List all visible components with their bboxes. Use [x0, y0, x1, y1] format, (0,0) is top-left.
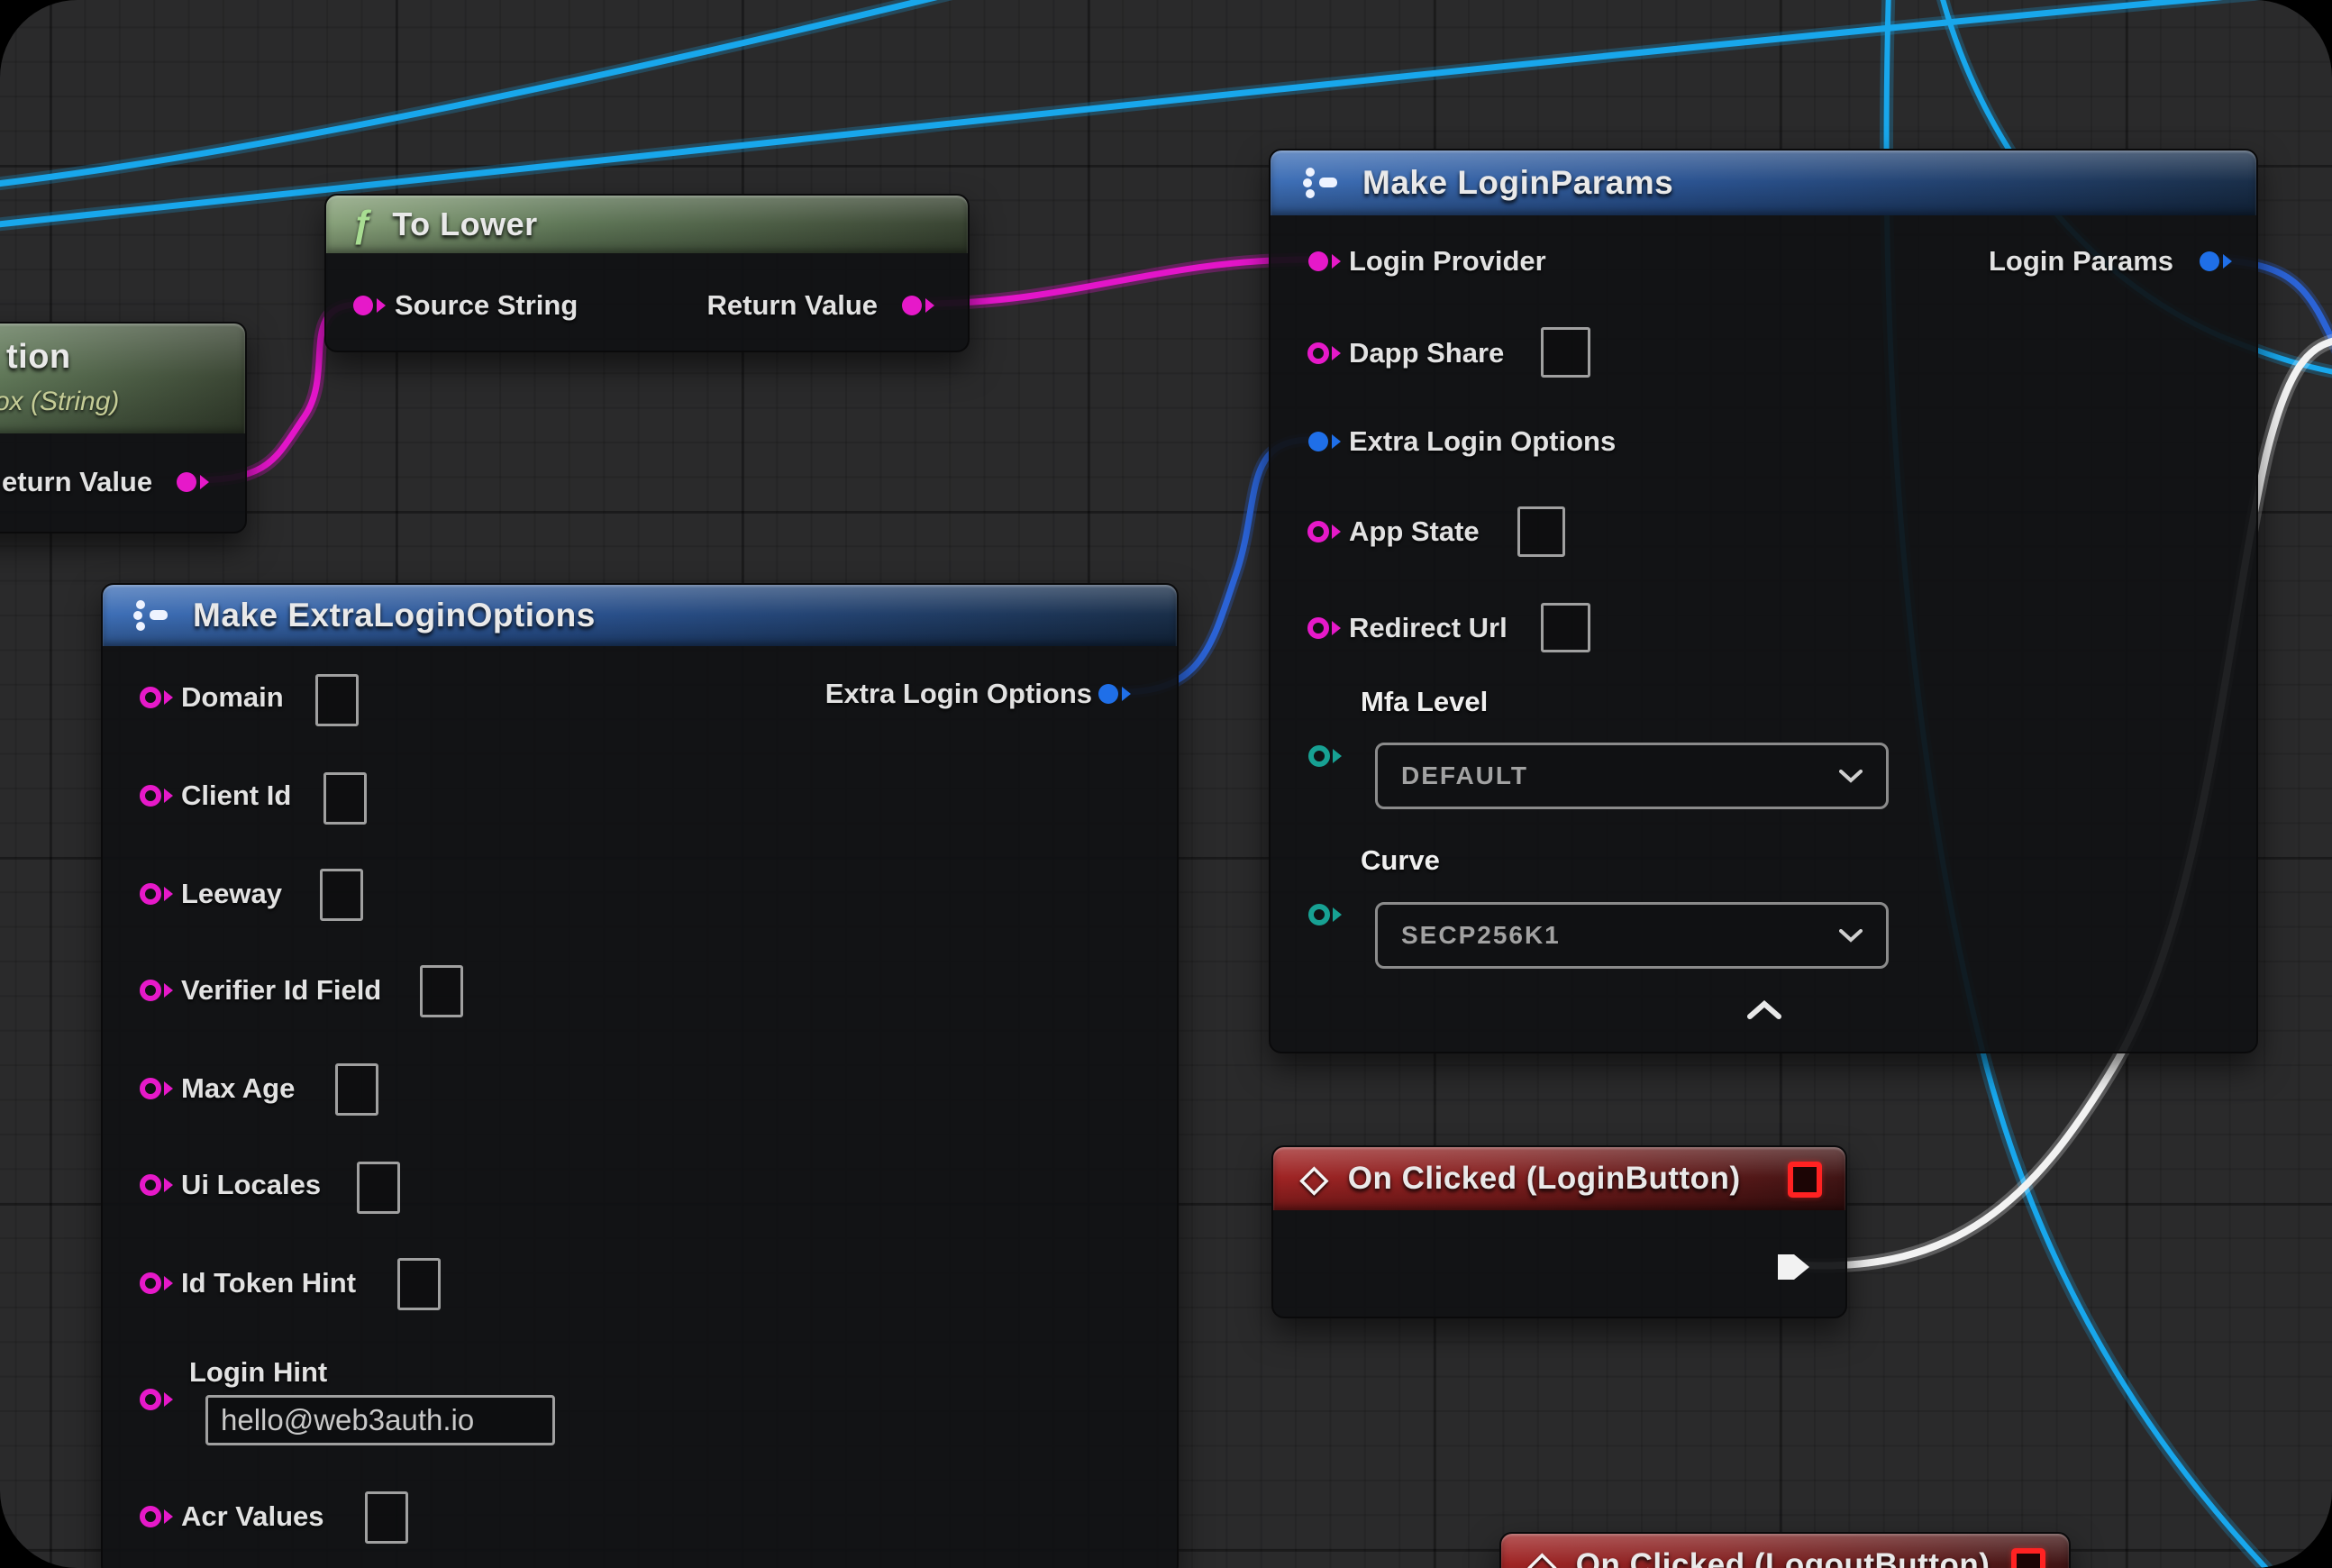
pin-login-params-label: Login Params	[1989, 243, 2173, 279]
id-token-hint-value-box[interactable]	[397, 1258, 441, 1310]
pin-login-provider-label: Login Provider	[1349, 243, 1546, 279]
pin-extra-login-options-label: Extra Login Options	[1349, 424, 1616, 460]
verifier-id-field-value-box[interactable]	[420, 965, 463, 1017]
node-make-login-params-header[interactable]: Make LoginParams	[1271, 150, 2256, 215]
pin-domain-label: Domain	[181, 679, 284, 716]
pin-verifier-id-field[interactable]	[138, 976, 178, 1005]
pin-acr-values-label: Acr Values	[181, 1499, 324, 1535]
node-on-clicked-login-header[interactable]: ◇ On Clicked (LoginButton)	[1273, 1147, 1845, 1210]
app-state-value-box[interactable]	[1517, 506, 1565, 557]
event-diamond-icon: ◇	[1300, 1158, 1328, 1199]
curve-value: SECP256K1	[1401, 921, 1561, 950]
node-on-clicked-logout-button[interactable]: ◇ On Clicked (LogoutButton)	[1499, 1532, 2071, 1568]
pin-app-state-label: App State	[1349, 514, 1480, 550]
node-to-lower-title: To Lower	[392, 205, 537, 243]
pin-app-state[interactable]	[1306, 517, 1345, 546]
node-to-lower[interactable]: ƒ To Lower Source String Return Value	[324, 194, 970, 352]
pin-return-value-label: eturn Value	[2, 464, 152, 500]
pin-dapp-share-label: Dapp Share	[1349, 335, 1504, 371]
wire-tolower-to-loginprovider	[923, 260, 1308, 304]
mfa-level-value: DEFAULT	[1401, 761, 1528, 790]
curve-dropdown[interactable]: SECP256K1	[1375, 902, 1889, 969]
node-make-login-params[interactable]: Make LoginParams Login Provider Login Pa…	[1269, 149, 2258, 1053]
pin-source-string[interactable]	[351, 291, 390, 320]
delegate-output-pin[interactable]	[2011, 1548, 2045, 1568]
login-hint-input[interactable]: hello@web3auth.io	[205, 1395, 555, 1445]
pin-leeway[interactable]	[138, 880, 178, 908]
node-on-clicked-logout-title: On Clicked (LogoutButton)	[1576, 1547, 1990, 1568]
pin-id-token-hint[interactable]	[138, 1269, 178, 1298]
node-make-login-params-title: Make LoginParams	[1362, 164, 1673, 202]
redirect-url-value-box[interactable]	[1541, 603, 1590, 652]
exec-output-pin[interactable]	[1776, 1251, 1812, 1283]
pin-max-age-label: Max Age	[181, 1071, 295, 1107]
pin-dapp-share[interactable]	[1306, 339, 1345, 368]
delegate-output-pin[interactable]	[1788, 1162, 1822, 1198]
pin-ui-locales[interactable]	[138, 1171, 178, 1199]
node-to-lower-header[interactable]: ƒ To Lower	[326, 196, 968, 253]
event-diamond-icon: ◇	[1528, 1545, 1556, 1568]
pin-return-value-output[interactable]	[174, 468, 214, 497]
wire-cyan-topleft	[0, 0, 969, 185]
login-hint-label: Login Hint	[189, 1354, 327, 1390]
leeway-value-box[interactable]	[320, 869, 363, 921]
pin-redirect-url[interactable]	[1306, 614, 1345, 643]
node-on-clicked-login-title: On Clicked (LoginButton)	[1348, 1161, 1741, 1197]
pin-extra-login-options[interactable]	[1306, 427, 1345, 456]
chevron-down-icon	[1839, 929, 1863, 943]
node-make-extra-login-options[interactable]: Make ExtraLoginOptions Domain Extra Logi…	[101, 583, 1179, 1568]
pin-source-string-label: Source String	[395, 287, 578, 324]
client-id-value-box[interactable]	[323, 772, 367, 825]
pin-login-provider[interactable]	[1306, 247, 1345, 276]
mfa-level-label: Mfa Level	[1361, 684, 1488, 720]
pin-domain[interactable]	[138, 683, 178, 712]
acr-values-value-box[interactable]	[365, 1491, 408, 1544]
pin-leeway-label: Leeway	[181, 876, 282, 912]
pin-redirect-url-label: Redirect Url	[1349, 610, 1508, 646]
pin-login-params-output[interactable]	[2197, 247, 2236, 276]
pin-curve[interactable]	[1307, 900, 1346, 929]
node-on-clicked-login-button[interactable]: ◇ On Clicked (LoginButton)	[1271, 1145, 1847, 1318]
login-hint-value: hello@web3auth.io	[221, 1403, 474, 1437]
node-title-fragment: tion	[6, 338, 71, 377]
pin-return-value-output[interactable]	[899, 291, 939, 320]
pin-login-hint[interactable]	[138, 1385, 178, 1414]
node-make-extra-login-options-title: Make ExtraLoginOptions	[193, 597, 596, 634]
function-icon: ƒ	[351, 203, 372, 246]
make-struct-icon	[1301, 163, 1343, 203]
pin-client-id-label: Client Id	[181, 778, 291, 814]
domain-value-box[interactable]	[315, 674, 359, 726]
pin-mfa-level[interactable]	[1307, 742, 1346, 770]
node-on-clicked-logout-header[interactable]: ◇ On Clicked (LogoutButton)	[1501, 1534, 2069, 1568]
pin-acr-values[interactable]	[138, 1502, 178, 1531]
pin-client-id[interactable]	[138, 781, 178, 810]
pin-verifier-id-field-label: Verifier Id Field	[181, 972, 381, 1008]
pin-extra-login-options-output-label: Extra Login Options	[825, 676, 1092, 712]
curve-label: Curve	[1361, 843, 1440, 879]
dapp-share-value-box[interactable]	[1541, 327, 1590, 378]
pin-return-value-label: Return Value	[707, 287, 879, 324]
node-text-source[interactable]: tion ox (String) eturn Value	[0, 322, 247, 533]
ui-locales-value-box[interactable]	[357, 1162, 400, 1214]
node-make-extra-login-options-header[interactable]: Make ExtraLoginOptions	[103, 585, 1177, 646]
pin-extra-login-options-output[interactable]	[1096, 679, 1135, 708]
pin-ui-locales-label: Ui Locales	[181, 1167, 321, 1203]
chevron-down-icon	[1839, 770, 1863, 783]
node-subtitle-fragment: ox (String)	[0, 387, 119, 417]
collapse-chevron-icon[interactable]	[1746, 1000, 1782, 1020]
pin-id-token-hint-label: Id Token Hint	[181, 1265, 356, 1301]
make-struct-icon	[132, 596, 173, 635]
pin-max-age[interactable]	[138, 1074, 178, 1103]
max-age-value-box[interactable]	[335, 1063, 378, 1116]
mfa-level-dropdown[interactable]: DEFAULT	[1375, 743, 1889, 809]
blueprint-graph-canvas[interactable]: tion ox (String) eturn Value ƒ To Lower …	[0, 0, 2332, 1568]
